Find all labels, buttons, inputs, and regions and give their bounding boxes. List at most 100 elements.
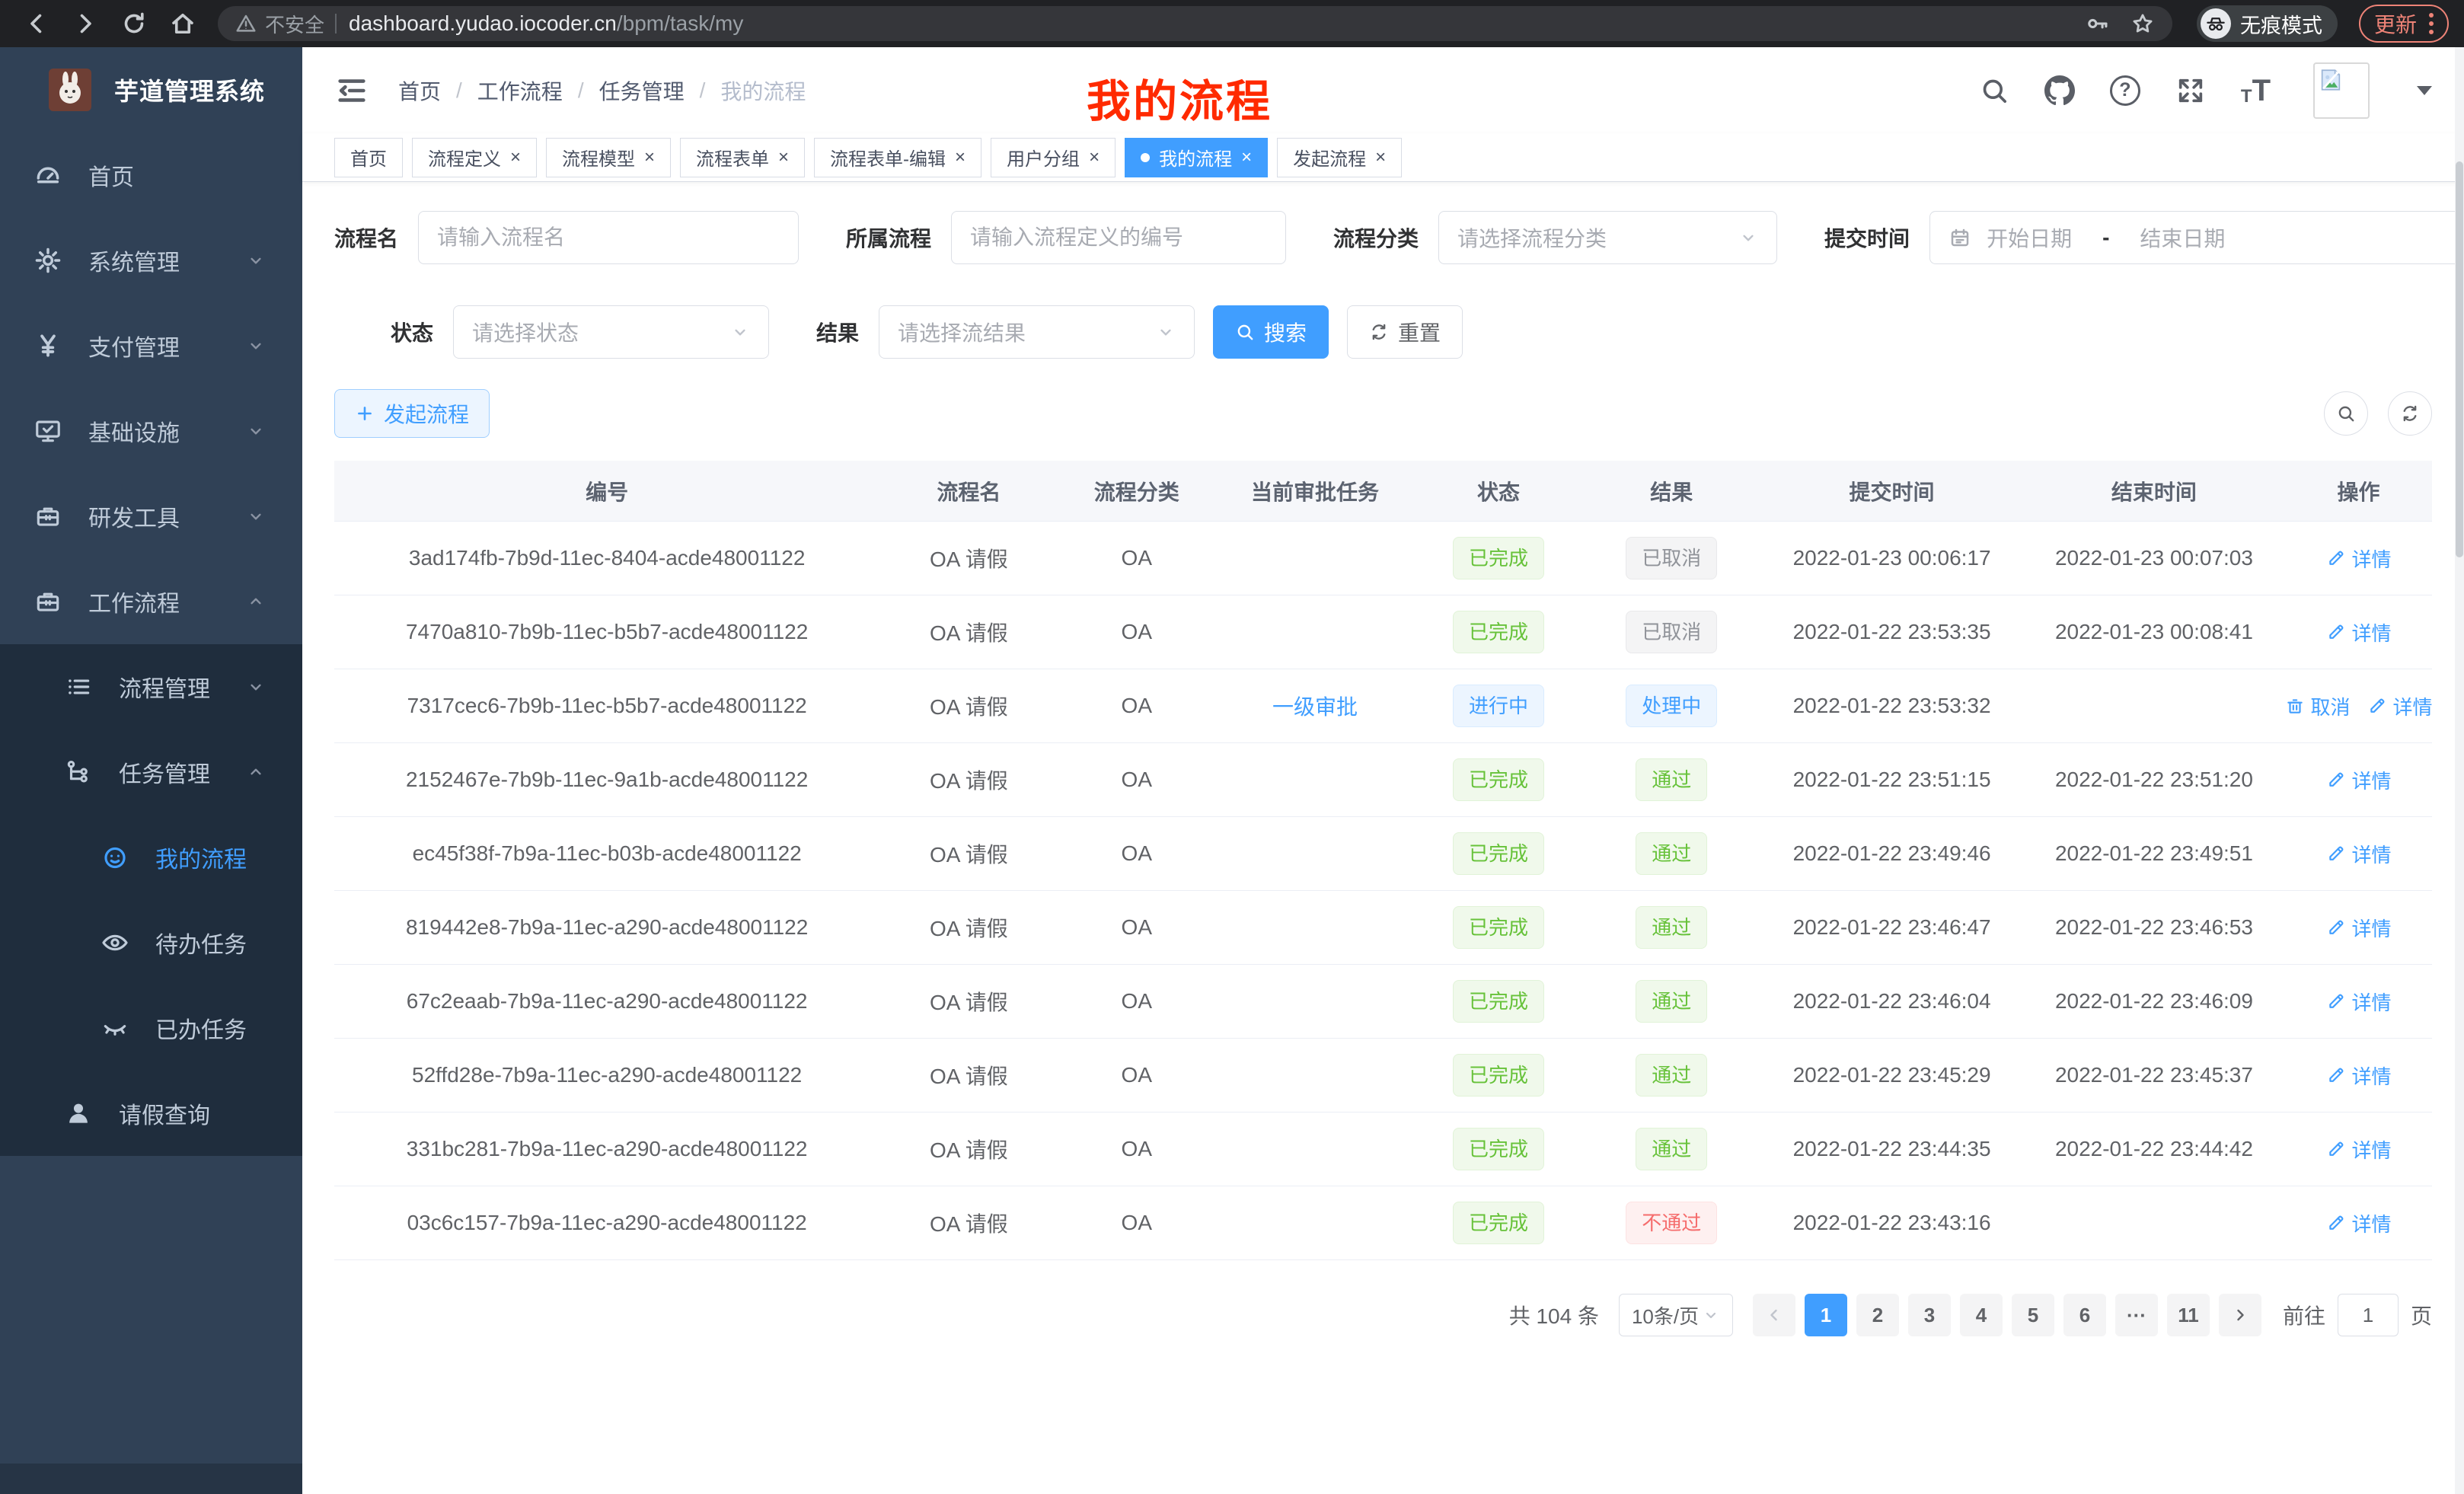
column-header: 操作 [2285,476,2432,506]
tab-流程表单-编辑[interactable]: 流程表单-编辑× [814,138,981,177]
sidebar-item-my-process[interactable]: 我的流程 [0,815,302,900]
sidebar-item-label: 首页 [88,158,134,192]
next-page-button[interactable] [2219,1294,2261,1336]
result-select[interactable]: 请选择流结果 [879,305,1195,359]
help-icon[interactable]: ? [2110,75,2140,106]
sidebar-item-infra[interactable]: 基础设施 [0,388,302,474]
tab-流程表单[interactable]: 流程表单× [680,138,805,177]
detail-action-link[interactable]: 详情 [2326,988,2392,1016]
cancel-action-link[interactable]: 取消 [2285,692,2351,720]
avatar-caret-icon[interactable] [2417,86,2432,95]
detail-action-link[interactable]: 详情 [2326,618,2392,646]
detail-action-label: 详情 [2393,692,2433,720]
browser-update-button[interactable]: 更新 [2359,5,2449,43]
detail-action-link[interactable]: 详情 [2326,840,2392,868]
tab-close-icon[interactable]: × [778,148,789,167]
show-search-button[interactable] [2324,391,2368,436]
cell-submit-time: 2022-01-22 23:53:35 [1760,620,2022,644]
sidebar-item-workflow[interactable]: 工作流程 [0,559,302,644]
tab-我的流程[interactable]: 我的流程× [1125,138,1268,177]
detail-action-link[interactable]: 详情 [2367,692,2433,720]
scrollbar-thumb[interactable] [2456,161,2463,557]
browser-reload-button[interactable] [119,8,149,39]
sidebar-item-leave-query[interactable]: 请假查询 [0,1071,302,1156]
page-button-11[interactable]: 11 [2167,1294,2210,1336]
cell-current-task: 一级审批 [1215,691,1415,721]
chevron-down-icon [730,322,750,342]
sidebar-fold-icon[interactable] [334,73,369,108]
status-placeholder: 请选择状态 [472,317,579,347]
reset-button[interactable]: 重置 [1347,305,1463,359]
sidebar-item-todo-task[interactable]: 待办任务 [0,900,302,985]
browser-back-button[interactable] [21,8,52,39]
breadcrumb-item[interactable]: 工作流程 [477,75,563,106]
search-icon[interactable] [1979,75,2009,106]
browser-forward-button[interactable] [70,8,101,39]
tab-用户分组[interactable]: 用户分组× [991,138,1116,177]
detail-action-link[interactable]: 详情 [2326,1209,2392,1237]
sidebar-item-payment[interactable]: 支付管理 [0,303,302,388]
avatar[interactable] [2313,62,2370,119]
detail-action-link[interactable]: 详情 [2326,544,2392,573]
sidebar-item-done-task[interactable]: 已办任务 [0,985,302,1071]
bookmark-star-icon[interactable] [2130,11,2156,37]
breadcrumb-item[interactable]: 首页 [398,75,441,106]
tab-close-icon[interactable]: × [644,148,655,167]
tab-首页[interactable]: 首页 [334,138,403,177]
tab-close-icon[interactable]: × [1089,148,1100,167]
category-select[interactable]: 请选择流程分类 [1438,211,1777,264]
reset-button-label: 重置 [1398,317,1441,347]
submit-time-label: 提交时间 [1824,222,1910,253]
tab-流程模型[interactable]: 流程模型× [546,138,671,177]
page-button-2[interactable]: 2 [1856,1294,1899,1336]
page-button-6[interactable]: 6 [2063,1294,2106,1336]
page-button-4[interactable]: 4 [1960,1294,2003,1336]
detail-action-link[interactable]: 详情 [2326,1135,2392,1164]
breadcrumb-item[interactable]: 任务管理 [599,75,685,106]
key-icon[interactable] [2084,11,2110,37]
sidebar-item-system[interactable]: 系统管理 [0,218,302,303]
detail-action-link[interactable]: 详情 [2326,1061,2392,1090]
page-button-1[interactable]: 1 [1805,1294,1847,1336]
cell-id: 3ad174fb-7b9d-11ec-8404-acde48001122 [334,546,879,570]
submit-time-range-picker[interactable]: 开始日期 - 结束日期 [1929,211,2464,264]
table-row: 7317cec6-7b9b-11ec-b5b7-acde48001122OA 请… [334,669,2432,743]
tab-流程定义[interactable]: 流程定义× [412,138,537,177]
page-size-select[interactable]: 10条/页 [1619,1294,1733,1336]
address-bar[interactable]: 不安全 dashboard.yudao.iocoder.cn /bpm/task… [218,6,2172,41]
start-process-button[interactable]: 发起流程 [334,389,490,438]
result-badge: 通过 [1636,758,1707,801]
goto-page-input[interactable] [2338,1294,2399,1336]
page-scrollbar[interactable] [2455,47,2464,1494]
table-row: 331bc281-7b9a-11ec-a290-acde48001122OA 请… [334,1113,2432,1186]
github-icon[interactable] [2044,75,2075,106]
page-button-3[interactable]: 3 [1908,1294,1951,1336]
current-task-link[interactable]: 一级审批 [1272,691,1358,721]
refresh-table-button[interactable] [2388,391,2432,436]
tab-close-icon[interactable]: × [1375,148,1386,167]
page-button-5[interactable]: 5 [2012,1294,2054,1336]
prev-page-button[interactable] [1753,1294,1795,1336]
search-button[interactable]: 搜索 [1213,305,1329,359]
browser-menu-icon[interactable] [2429,13,2434,34]
browser-home-button[interactable] [168,8,198,39]
cell-process-name: OA 请假 [879,1208,1058,1238]
status-select[interactable]: 请选择状态 [453,305,769,359]
sidebar-item-label: 任务管理 [119,755,210,789]
cell-status: 已完成 [1415,832,1582,875]
tab-close-icon[interactable]: × [955,148,965,167]
sidebar-item-home[interactable]: 首页 [0,132,302,218]
tab-close-icon[interactable]: × [510,148,521,167]
sidebar-item-process-mgmt[interactable]: 流程管理 [0,644,302,729]
fullscreen-icon[interactable] [2175,75,2206,106]
tab-close-icon[interactable]: × [1241,148,1252,167]
detail-action-link[interactable]: 详情 [2326,766,2392,794]
search-icon [1235,322,1255,342]
process-def-input[interactable] [951,211,1286,264]
sidebar-item-devtools[interactable]: 研发工具 [0,474,302,559]
process-name-input[interactable] [418,211,799,264]
tab-发起流程[interactable]: 发起流程× [1277,138,1402,177]
sidebar-item-task-mgmt[interactable]: 任务管理 [0,729,302,815]
font-size-icon[interactable]: TT [2241,75,2271,106]
detail-action-link[interactable]: 详情 [2326,914,2392,942]
